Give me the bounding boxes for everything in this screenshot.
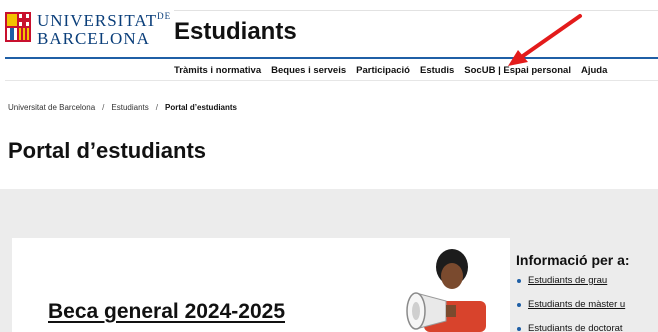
- featured-card-title-link[interactable]: Beca general 2024-2025: [48, 300, 285, 324]
- breadcrumb: Universitat de Barcelona / Estudiants / Port…: [8, 103, 237, 112]
- info-for-panel: Informació per a: Estudiants de grau Est…: [516, 252, 658, 332]
- breadcrumb-item-universitat[interactable]: Universitat de Barcelona: [8, 103, 95, 112]
- info-link-grau[interactable]: Estudiants de grau: [528, 275, 607, 286]
- megaphone-student-image: [394, 243, 504, 332]
- university-logo-link[interactable]: UNIVERSITATDE BARCELONA: [5, 12, 171, 47]
- info-link-master[interactable]: Estudiants de màster u: [528, 299, 625, 310]
- logo-line-1: UNIVERSITAT: [37, 11, 158, 30]
- nav-item-participacio[interactable]: Participació: [356, 65, 410, 76]
- university-wordmark: UNIVERSITATDE BARCELONA: [37, 11, 172, 48]
- logo-line-1-suffix: DE: [157, 11, 172, 21]
- university-shield-icon: [5, 12, 31, 42]
- info-link-doctorat[interactable]: Estudiants de doctorat: [528, 323, 623, 332]
- logo-line-2: BARCELONA: [37, 29, 150, 48]
- breadcrumb-separator: /: [102, 103, 105, 112]
- list-item[interactable]: Estudiants de doctorat: [516, 323, 658, 332]
- header-top-rule: [174, 10, 658, 11]
- info-for-list: Estudiants de grau Estudiants de màster …: [516, 275, 658, 332]
- breadcrumb-item-estudiants[interactable]: Estudiants: [111, 103, 148, 112]
- nav-divider: [5, 80, 658, 81]
- page-title: Portal d’estudiants: [8, 138, 207, 163]
- site-title-link[interactable]: Estudiants: [174, 18, 297, 46]
- breadcrumb-current: Portal d’estudiants: [164, 103, 237, 112]
- list-item[interactable]: Estudiants de grau: [516, 275, 658, 286]
- info-for-title: Informació per a:: [516, 252, 630, 268]
- breadcrumb-separator: /: [155, 103, 158, 112]
- list-item[interactable]: Estudiants de màster u: [516, 299, 658, 310]
- annotation-arrow-icon: [508, 14, 582, 66]
- nav-item-estudis[interactable]: Estudis: [420, 65, 454, 76]
- nav-item-tramits[interactable]: Tràmits i normativa: [174, 65, 261, 76]
- featured-card: Beca general 2024-2025: [12, 238, 510, 332]
- nav-item-beques[interactable]: Beques i serveis: [271, 65, 346, 76]
